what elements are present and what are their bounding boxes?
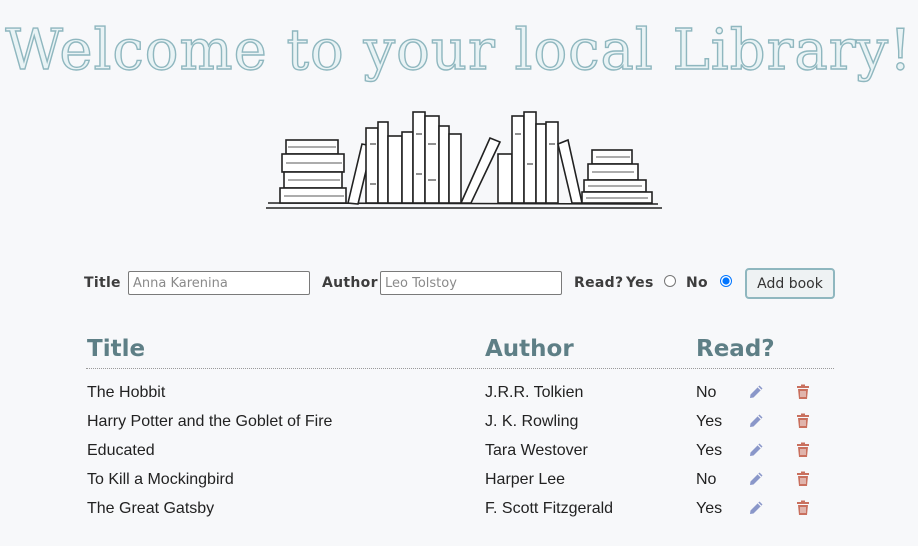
table-header: Title Author Read? <box>86 334 834 369</box>
book-author: Tara Westover <box>485 442 588 459</box>
page-title: Welcome to your local Library! <box>5 17 913 83</box>
trash-icon <box>797 442 809 457</box>
edit-button[interactable] <box>747 441 765 459</box>
pencil-icon <box>750 472 763 485</box>
books-table: Title Author Read? The Hobbit J.R.R. Tol… <box>86 334 834 524</box>
table-row: The Great Gatsby F. Scott Fitzgerald Yes <box>86 495 834 524</box>
trash-icon <box>797 500 809 515</box>
title-label: Title <box>84 275 121 291</box>
trash-icon <box>797 413 809 428</box>
book-title: The Great Gatsby <box>87 500 215 517</box>
book-read-status: No <box>696 384 717 401</box>
bookshelf-illustration <box>266 111 662 209</box>
book-read-status: Yes <box>696 413 723 430</box>
book-author: Harper Lee <box>485 471 566 488</box>
pencil-icon <box>750 501 763 514</box>
add-book-form: Title Author Read? Yes No Add book <box>84 268 844 300</box>
trash-icon <box>797 384 809 399</box>
pencil-icon <box>750 385 763 398</box>
author-label: Author <box>322 275 378 291</box>
edit-button[interactable] <box>747 470 765 488</box>
table-row: Educated Tara Westover Yes <box>86 437 834 466</box>
book-read-status: Yes <box>696 442 723 459</box>
read-yes-label: Yes <box>626 275 654 291</box>
table-row: To Kill a Mockingbird Harper Lee No <box>86 466 834 495</box>
column-header-title: Title <box>87 336 146 362</box>
edit-button[interactable] <box>747 383 765 401</box>
book-title: To Kill a Mockingbird <box>87 471 234 488</box>
book-author: J.R.R. Tolkien <box>485 384 584 401</box>
delete-button[interactable] <box>794 499 812 517</box>
read-yes-radio[interactable] <box>664 275 676 287</box>
column-header-author: Author <box>485 336 574 362</box>
author-input[interactable] <box>380 271 562 295</box>
title-input[interactable] <box>128 271 310 295</box>
delete-button[interactable] <box>794 470 812 488</box>
table-row: The Hobbit J.R.R. Tolkien No <box>86 379 834 408</box>
column-header-read: Read? <box>696 336 775 362</box>
book-author: F. Scott Fitzgerald <box>485 500 614 517</box>
read-no-label: No <box>686 275 708 291</box>
edit-button[interactable] <box>747 412 765 430</box>
book-title: The Hobbit <box>87 384 166 401</box>
pencil-icon <box>750 414 763 427</box>
trash-icon <box>797 471 809 486</box>
book-read-status: Yes <box>696 500 723 517</box>
book-read-status: No <box>696 471 717 488</box>
book-author: J. K. Rowling <box>485 413 579 430</box>
delete-button[interactable] <box>794 441 812 459</box>
book-title: Educated <box>87 442 155 459</box>
delete-button[interactable] <box>794 412 812 430</box>
read-no-radio[interactable] <box>720 275 732 287</box>
read-label: Read? <box>574 275 624 291</box>
pencil-icon <box>750 443 763 456</box>
table-row: Harry Potter and the Goblet of Fire J. K… <box>86 408 834 437</box>
add-book-button[interactable]: Add book <box>745 268 835 299</box>
edit-button[interactable] <box>747 499 765 517</box>
delete-button[interactable] <box>794 383 812 401</box>
table-body: The Hobbit J.R.R. Tolkien No Harry Potte… <box>86 379 834 524</box>
book-title: Harry Potter and the Goblet of Fire <box>87 413 333 430</box>
